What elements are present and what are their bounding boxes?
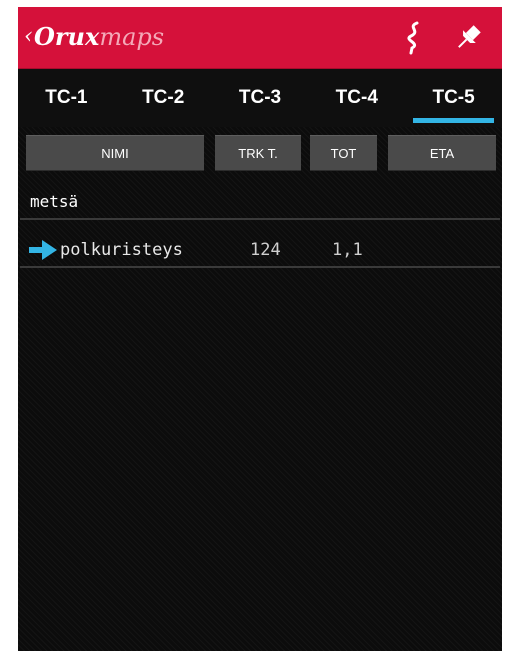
column-headers: NIMI TRK T. TOT ETA — [18, 135, 502, 171]
divider — [20, 218, 500, 220]
column-total-button[interactable]: TOT — [310, 135, 377, 171]
column-track-button[interactable]: TRK T. — [215, 135, 301, 171]
app-screen: ‹ Oruxmaps TC-1 TC-2 TC-3 TC-4 TC-5 NIMI… — [18, 7, 502, 651]
waypoint-total: 1,1 — [332, 240, 363, 260]
tab-tc-3[interactable]: TC-3 — [212, 69, 309, 127]
column-name-button[interactable]: NIMI — [26, 135, 204, 171]
divider — [20, 266, 500, 268]
tab-tc-2[interactable]: TC-2 — [115, 69, 212, 127]
app-logo[interactable]: Oruxmaps — [34, 21, 164, 53]
tab-tc-4[interactable]: TC-4 — [308, 69, 405, 127]
logo-part-1: Orux — [34, 22, 100, 51]
group-label: metsä — [30, 192, 79, 211]
tab-tc-5[interactable]: TC-5 — [405, 69, 502, 127]
logo-part-2: maps — [99, 23, 165, 51]
waypoint-name: polkuristeys — [60, 240, 183, 260]
up-caret-icon[interactable]: ‹ — [24, 21, 33, 53]
waypoint-track: 124 — [250, 240, 281, 260]
tab-bar: TC-1 TC-2 TC-3 TC-4 TC-5 — [18, 69, 502, 127]
pin-button[interactable] — [450, 20, 486, 56]
route-button[interactable] — [396, 20, 432, 56]
route-squiggle-icon — [407, 21, 419, 55]
column-eta-button[interactable]: ETA — [388, 135, 496, 171]
tab-tc-1[interactable]: TC-1 — [18, 69, 115, 127]
pin-icon — [458, 25, 481, 48]
action-bar: ‹ Oruxmaps — [18, 7, 502, 69]
arrow-right-icon — [29, 240, 57, 260]
